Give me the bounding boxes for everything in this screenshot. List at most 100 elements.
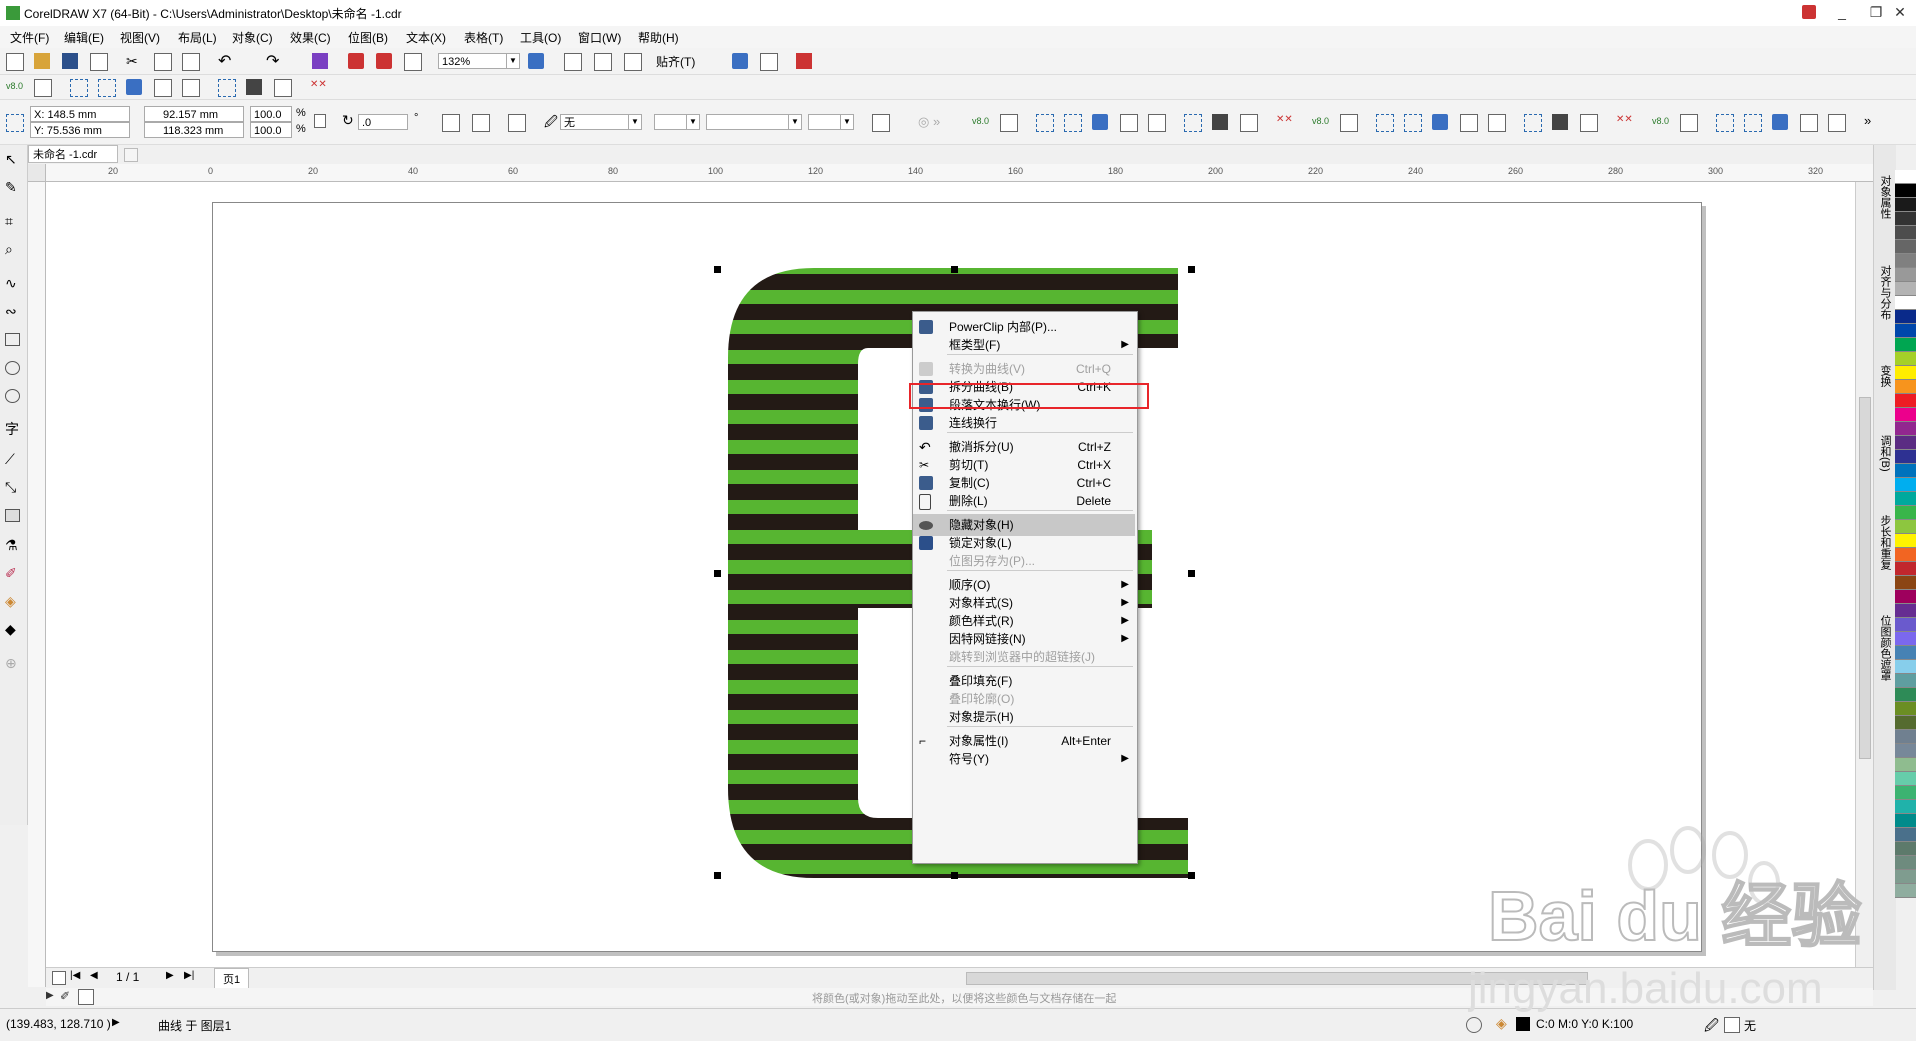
- fill-select[interactable]: 无 ▼: [560, 114, 642, 130]
- more-options-icon[interactable]: ◎ »: [918, 114, 940, 130]
- plugin-tool-5-icon[interactable]: [154, 79, 172, 97]
- palette-swatch[interactable]: [1895, 800, 1916, 814]
- x-position-field[interactable]: X: 148.5 mm: [30, 106, 130, 122]
- pick-tool-icon[interactable]: ↖: [5, 151, 22, 168]
- eyedropper-tool-icon[interactable]: ✐: [5, 565, 22, 582]
- selection-handle-n[interactable]: [951, 266, 958, 273]
- plugin-tool-10-icon[interactable]: ✕✕: [310, 79, 327, 95]
- plugin-tool-2-icon[interactable]: [70, 79, 88, 97]
- plugin-tool-28-icon[interactable]: [1552, 114, 1568, 130]
- new-document-icon[interactable]: [6, 53, 24, 71]
- palette-swatch[interactable]: [1895, 534, 1916, 548]
- palette-swatch[interactable]: [1895, 268, 1916, 282]
- save-icon[interactable]: [62, 53, 78, 69]
- mirror-vertical-icon[interactable]: [472, 114, 490, 132]
- smart-fill-tool-icon[interactable]: ◆: [5, 621, 22, 638]
- palette-swatch[interactable]: [1895, 338, 1916, 352]
- plugin-tool-36-icon[interactable]: [1828, 114, 1846, 132]
- y-position-field[interactable]: Y: 75.536 mm: [30, 122, 130, 138]
- minimize-button[interactable]: _: [1824, 0, 1860, 24]
- plugin-tool-21-icon[interactable]: [1340, 114, 1358, 132]
- plugin-tool-26-icon[interactable]: [1488, 114, 1506, 132]
- palette-swatch[interactable]: [1895, 436, 1916, 450]
- plugin-tool-29-icon[interactable]: [1580, 114, 1598, 132]
- show-grid-icon[interactable]: [624, 53, 642, 71]
- palette-swatch[interactable]: [1895, 170, 1916, 184]
- welcome-screen-icon[interactable]: [732, 53, 748, 69]
- drop-shadow-tool-icon[interactable]: [5, 509, 20, 522]
- palette-arrow-icon[interactable]: ▶: [46, 990, 54, 1001]
- plugin-tool-27-icon[interactable]: [1524, 114, 1542, 132]
- palette-swatch[interactable]: [1895, 478, 1916, 492]
- height-field[interactable]: 118.323 mm: [144, 122, 244, 138]
- docker-tab-bitmap-color-mask[interactable]: 位图颜色遮罩: [1877, 615, 1893, 681]
- plugin-tool-30-icon[interactable]: ✕✕: [1616, 114, 1633, 130]
- target-icon[interactable]: [1466, 1017, 1482, 1033]
- show-rulers-icon[interactable]: [594, 53, 612, 71]
- context-menu-item[interactable]: 连线换行: [913, 412, 1135, 434]
- plugin-tool-20-icon[interactable]: ✕✕: [1276, 114, 1293, 130]
- transparency-tool-icon[interactable]: ⚗: [5, 537, 22, 554]
- scale-x-field[interactable]: 100.0: [250, 106, 292, 122]
- palette-swatch[interactable]: [1895, 758, 1916, 772]
- context-menu-item[interactable]: 删除(L) Delete: [913, 490, 1135, 512]
- plugin-tool-12-icon[interactable]: [1036, 114, 1054, 132]
- crop-tool-icon[interactable]: ⌗: [5, 213, 22, 230]
- zoom-fit-icon[interactable]: [528, 53, 544, 69]
- first-page-icon[interactable]: |◀: [70, 970, 80, 981]
- fill-color-swatch[interactable]: [1516, 1017, 1530, 1031]
- plugin-tool-6-icon[interactable]: [182, 79, 200, 97]
- palette-swatch[interactable]: [1895, 730, 1916, 744]
- parallel-dimension-tool-icon[interactable]: ⟋: [5, 451, 22, 468]
- palette-swatch[interactable]: [1895, 450, 1916, 464]
- cut-icon[interactable]: ✂: [126, 53, 142, 69]
- polygon-tool-icon[interactable]: [5, 389, 20, 403]
- plugin-tool-35-icon[interactable]: [1800, 114, 1818, 132]
- palette-swatch[interactable]: [1895, 520, 1916, 534]
- full-screen-icon[interactable]: [564, 53, 582, 71]
- no-color-swatch[interactable]: [78, 989, 94, 1005]
- rotation-angle-field[interactable]: .0: [358, 114, 408, 130]
- palette-swatch[interactable]: [1895, 226, 1916, 240]
- plugin-tool-15-icon[interactable]: [1120, 114, 1138, 132]
- close-button[interactable]: ✕: [1882, 0, 1916, 24]
- user-icon[interactable]: [1802, 5, 1816, 19]
- palette-swatch[interactable]: [1895, 716, 1916, 730]
- plugin-tool-1-icon[interactable]: [34, 79, 52, 97]
- plugin-tool-19-icon[interactable]: [1240, 114, 1258, 132]
- interactive-fill-tool-icon[interactable]: ◈: [5, 593, 22, 610]
- line-style-select[interactable]: ▼: [706, 114, 802, 130]
- zoom-level-select[interactable]: 132% ▼: [438, 53, 520, 69]
- palette-swatch[interactable]: [1895, 576, 1916, 590]
- plugin-tool-11-icon[interactable]: [1000, 114, 1018, 132]
- docker-tab-transform[interactable]: 变换: [1877, 365, 1893, 387]
- palette-swatch[interactable]: [1895, 296, 1916, 310]
- context-menu-item[interactable]: 对象提示(H): [913, 706, 1135, 728]
- selection-handle-se[interactable]: [1188, 872, 1195, 879]
- prev-page-icon[interactable]: ◀: [90, 970, 98, 981]
- export-icon[interactable]: [376, 53, 392, 69]
- object-origin-icon[interactable]: [6, 114, 24, 132]
- last-page-icon[interactable]: ▶|: [184, 970, 194, 981]
- plugin-tool-4-icon[interactable]: [126, 79, 142, 95]
- docker-tab-align-distribute[interactable]: 对齐与分布: [1877, 265, 1893, 320]
- paste-icon[interactable]: [182, 53, 200, 71]
- page-tab[interactable]: 页1: [214, 968, 250, 990]
- options-icon[interactable]: [760, 53, 778, 71]
- shape-tool-icon[interactable]: ✎: [5, 179, 22, 196]
- palette-swatch[interactable]: [1895, 702, 1916, 716]
- overflow-chevron-icon[interactable]: »: [1864, 113, 1871, 128]
- palette-swatch[interactable]: [1895, 660, 1916, 674]
- undo-icon[interactable]: ↶: [218, 51, 234, 70]
- palette-swatch[interactable]: [1895, 352, 1916, 366]
- palette-swatch[interactable]: [1895, 464, 1916, 478]
- selection-handle-nw[interactable]: [714, 266, 721, 273]
- lock-ratio-icon[interactable]: [314, 114, 326, 128]
- palette-swatch[interactable]: [1895, 632, 1916, 646]
- selection-handle-ne[interactable]: [1188, 266, 1195, 273]
- palette-swatch[interactable]: [1895, 254, 1916, 268]
- plugin-tool-13-icon[interactable]: [1064, 114, 1082, 132]
- plugin-tool-17-icon[interactable]: [1184, 114, 1202, 132]
- palette-swatch[interactable]: [1895, 324, 1916, 338]
- mirror-horizontal-icon[interactable]: [442, 114, 460, 132]
